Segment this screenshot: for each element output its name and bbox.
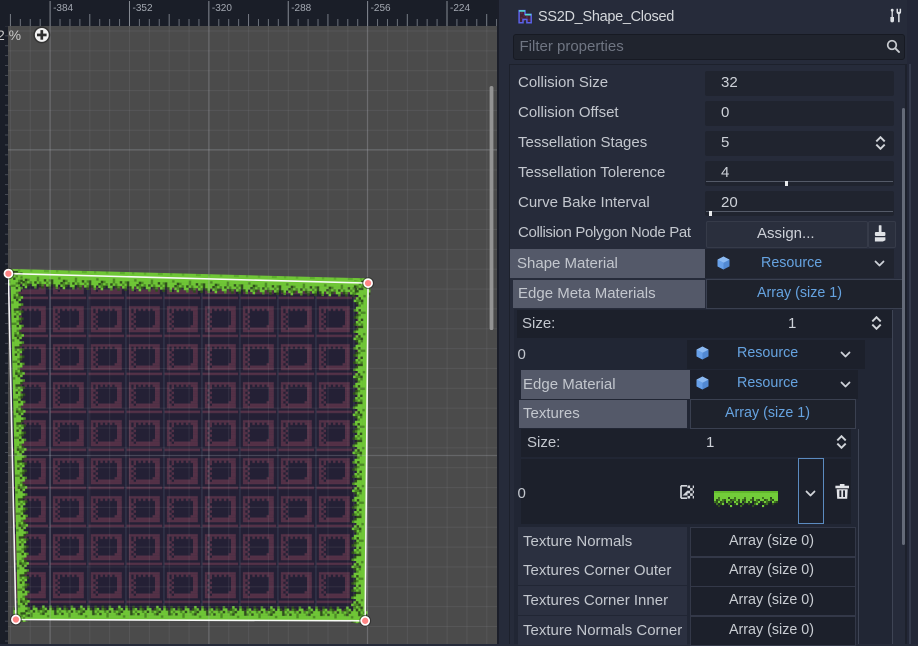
svg-text:-224: -224 xyxy=(450,3,470,14)
svg-text:-352: -352 xyxy=(133,3,153,14)
svg-text:-384: -384 xyxy=(53,3,73,14)
svg-text:-288: -288 xyxy=(291,3,311,14)
svg-text:2 %: 2 % xyxy=(0,27,21,43)
svg-text:-320: -320 xyxy=(212,3,232,14)
svg-text:-256: -256 xyxy=(371,3,391,14)
